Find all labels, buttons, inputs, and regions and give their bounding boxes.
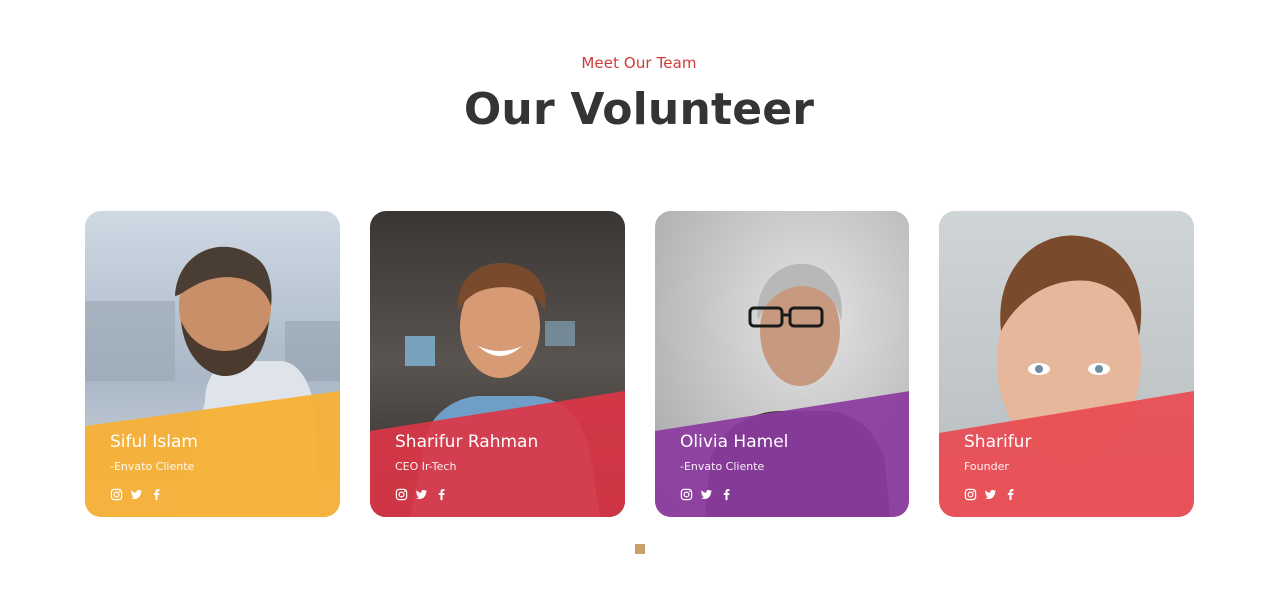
team-card-sharifur-rahman[interactable]: Sharifur Rahman CEO Ir-Tech (370, 211, 625, 517)
volunteer-role: -Envato Cliente (680, 460, 765, 473)
volunteer-role: -Envato Cliente (110, 460, 195, 473)
pagination-dot[interactable] (635, 544, 645, 554)
instagram-icon[interactable] (395, 488, 408, 501)
social-links (964, 487, 1017, 501)
volunteer-name: Sharifur (964, 432, 1032, 452)
instagram-icon[interactable] (680, 488, 693, 501)
instagram-icon[interactable] (110, 488, 123, 501)
team-card-siful-islam[interactable]: Siful Islam -Envato Cliente (85, 211, 340, 517)
volunteer-name: Olivia Hamel (680, 432, 789, 452)
section-title: Our Volunteer (463, 84, 815, 135)
volunteer-role: CEO Ir-Tech (395, 460, 457, 473)
twitter-icon[interactable] (130, 488, 143, 501)
facebook-icon[interactable] (150, 488, 163, 501)
twitter-icon[interactable] (700, 488, 713, 501)
twitter-icon[interactable] (984, 488, 997, 501)
twitter-icon[interactable] (415, 488, 428, 501)
facebook-icon[interactable] (720, 488, 733, 501)
team-card-olivia-hamel[interactable]: Olivia Hamel -Envato Cliente (655, 211, 909, 517)
volunteer-role: Founder (964, 460, 1009, 473)
volunteer-name: Siful Islam (110, 432, 198, 452)
facebook-icon[interactable] (435, 488, 448, 501)
social-links (680, 487, 733, 501)
social-links (395, 487, 448, 501)
instagram-icon[interactable] (964, 488, 977, 501)
team-card-sharifur[interactable]: Sharifur Founder (939, 211, 1194, 517)
volunteer-name: Sharifur Rahman (395, 432, 539, 452)
eyebrow-label: Meet Our Team (581, 54, 697, 72)
facebook-icon[interactable] (1004, 488, 1017, 501)
social-links (110, 487, 163, 501)
